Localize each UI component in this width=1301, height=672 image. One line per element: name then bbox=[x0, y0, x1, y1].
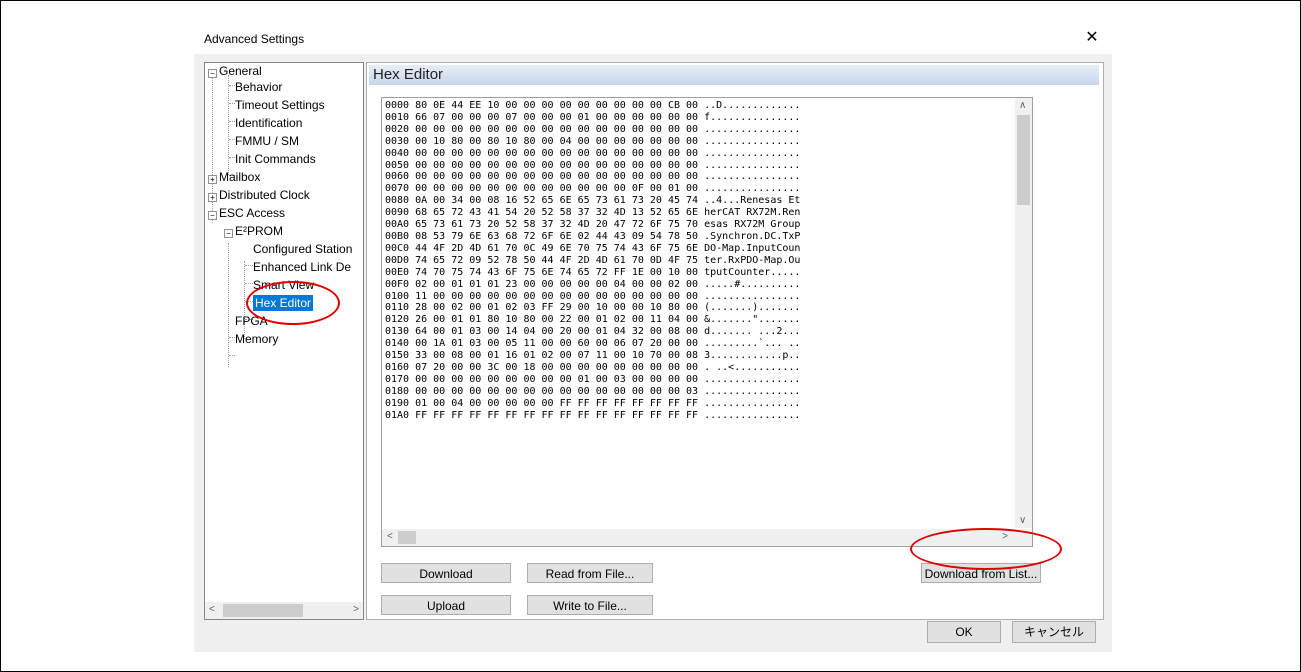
tree-item-general[interactable]: General bbox=[219, 63, 262, 79]
hex-line[interactable]: 0190 01 00 04 00 00 00 00 00 FF FF FF FF… bbox=[385, 398, 800, 410]
panel-header: Hex Editor bbox=[369, 65, 1099, 85]
hex-line[interactable]: 00D0 74 65 72 09 52 78 50 44 4F 2D 4D 61… bbox=[385, 255, 800, 267]
hex-line[interactable]: 0150 33 00 08 00 01 16 01 02 00 07 11 00… bbox=[385, 350, 800, 362]
hex-line[interactable]: 0100 11 00 00 00 00 00 00 00 00 00 00 00… bbox=[385, 291, 800, 303]
tree-item-identification[interactable]: Identification bbox=[235, 115, 302, 131]
tree-item-mailbox[interactable]: Mailbox bbox=[219, 169, 260, 185]
hex-line[interactable]: 0000 80 0E 44 EE 10 00 00 00 00 00 00 00… bbox=[385, 100, 800, 112]
hex-line[interactable]: 0060 00 00 00 00 00 00 00 00 00 00 00 00… bbox=[385, 171, 800, 183]
tree-item-configured-station[interactable]: Configured Station bbox=[253, 241, 352, 257]
hex-line[interactable]: 00A0 65 73 61 73 20 52 58 37 32 4D 20 47… bbox=[385, 219, 800, 231]
window-title: Advanced Settings bbox=[204, 32, 305, 46]
hex-line[interactable]: 0050 00 00 00 00 00 00 00 00 00 00 00 00… bbox=[385, 160, 800, 172]
hex-line[interactable]: 0070 00 00 00 00 00 00 00 00 00 00 00 00… bbox=[385, 183, 800, 195]
cancel-button[interactable]: キャンセル bbox=[1012, 621, 1096, 643]
hex-line[interactable]: 0130 64 00 01 03 00 14 04 00 20 00 01 04… bbox=[385, 326, 800, 338]
read-from-file-button[interactable]: Read from File... bbox=[527, 563, 653, 583]
hex-line[interactable]: 00E0 74 70 75 74 43 6F 75 6E 74 65 72 FF… bbox=[385, 267, 800, 279]
tree-item-behavior[interactable]: Behavior bbox=[235, 79, 282, 95]
expand-icon[interactable]: + bbox=[208, 175, 217, 184]
highlight-oval-download-from-list bbox=[910, 528, 1062, 570]
hex-line[interactable]: 0140 00 1A 01 03 00 05 11 00 00 60 00 06… bbox=[385, 338, 800, 350]
hex-line[interactable]: 0030 00 10 80 00 80 10 80 00 04 00 00 00… bbox=[385, 136, 800, 148]
scroll-down-icon[interactable]: ∨ bbox=[1019, 515, 1026, 526]
tree-connector bbox=[245, 265, 253, 266]
title-bar: Advanced Settings ✕ bbox=[194, 24, 1112, 54]
tree-item-eeprom[interactable]: E²PROM bbox=[235, 223, 283, 239]
hex-vscroll-thumb[interactable] bbox=[1017, 115, 1030, 205]
hex-vertical-scrollbar[interactable]: ∧ ∨ bbox=[1015, 98, 1032, 528]
hex-view[interactable]: 0000 80 0E 44 EE 10 00 00 00 00 00 00 00… bbox=[381, 97, 1033, 547]
tree-connector bbox=[228, 75, 229, 175]
tree-horizontal-scrollbar[interactable]: < > bbox=[205, 602, 363, 619]
expand-icon[interactable]: + bbox=[208, 193, 217, 202]
hex-line[interactable]: 0090 68 65 72 43 41 54 20 52 58 37 32 4D… bbox=[385, 207, 800, 219]
upload-button[interactable]: Upload bbox=[381, 595, 511, 615]
hex-line[interactable]: 0180 00 00 00 00 00 00 00 00 00 00 00 00… bbox=[385, 386, 800, 398]
hex-line[interactable]: 0170 00 00 00 00 00 00 00 00 00 01 00 03… bbox=[385, 374, 800, 386]
tree-connector bbox=[245, 283, 253, 284]
tree-connector bbox=[228, 243, 229, 367]
hex-line[interactable]: 01A0 FF FF FF FF FF FF FF FF FF FF FF FF… bbox=[385, 410, 800, 422]
scroll-left-icon[interactable]: < bbox=[387, 531, 393, 542]
hex-line[interactable]: 0110 28 00 02 00 01 02 03 FF 29 00 10 00… bbox=[385, 302, 800, 314]
scroll-right-icon[interactable]: > bbox=[353, 604, 359, 615]
hex-line[interactable]: 0010 66 07 00 00 00 07 00 00 00 01 00 00… bbox=[385, 112, 800, 124]
hex-line[interactable]: 00F0 02 00 01 01 01 23 00 00 00 00 00 04… bbox=[385, 279, 800, 291]
hex-hscroll-thumb[interactable] bbox=[398, 531, 416, 544]
hex-line[interactable]: 0040 00 00 00 00 00 00 00 00 00 00 00 00… bbox=[385, 148, 800, 160]
hex-dump[interactable]: 0000 80 0E 44 EE 10 00 00 00 00 00 00 00… bbox=[385, 100, 800, 421]
tree-item-init-commands[interactable]: Init Commands bbox=[235, 151, 316, 167]
hex-line[interactable]: 00C0 44 4F 2D 4D 61 70 0C 49 6E 70 75 74… bbox=[385, 243, 800, 255]
hex-line[interactable]: 0080 0A 00 34 00 08 16 52 65 6E 65 73 61… bbox=[385, 195, 800, 207]
close-icon[interactable]: ✕ bbox=[1082, 27, 1102, 47]
tree-connector bbox=[229, 355, 235, 356]
tree-item-enhanced-link[interactable]: Enhanced Link De bbox=[253, 259, 351, 275]
tree-item-memory[interactable]: Memory bbox=[235, 331, 278, 347]
tree-item-distributed-clock[interactable]: Distributed Clock bbox=[219, 187, 310, 203]
ok-button[interactable]: OK bbox=[927, 621, 1001, 643]
download-button[interactable]: Download bbox=[381, 563, 511, 583]
collapse-icon[interactable]: − bbox=[208, 69, 217, 78]
tree-item-timeout-settings[interactable]: Timeout Settings bbox=[235, 97, 325, 113]
scroll-left-icon[interactable]: < bbox=[209, 604, 215, 615]
tree-item-esc-access[interactable]: ESC Access bbox=[219, 205, 285, 221]
write-to-file-button[interactable]: Write to File... bbox=[527, 595, 653, 615]
tree-item-fmmu-sm[interactable]: FMMU / SM bbox=[235, 133, 299, 149]
scroll-up-icon[interactable]: ∧ bbox=[1019, 100, 1026, 111]
highlight-oval-hex-editor bbox=[246, 281, 340, 325]
hex-line[interactable]: 0020 00 00 00 00 00 00 00 00 00 00 00 00… bbox=[385, 124, 800, 136]
hex-line[interactable]: 0160 07 20 00 00 3C 00 18 00 00 00 00 00… bbox=[385, 362, 800, 374]
hex-line[interactable]: 00B0 08 53 79 6E 63 68 72 6F 6E 02 44 43… bbox=[385, 231, 800, 243]
tree-scroll-thumb[interactable] bbox=[223, 604, 303, 617]
collapse-icon[interactable]: − bbox=[208, 211, 217, 220]
collapse-icon[interactable]: − bbox=[224, 229, 233, 238]
hex-line[interactable]: 0120 26 00 01 01 80 10 80 00 22 00 01 02… bbox=[385, 314, 800, 326]
settings-tree: − General Behavior Timeout Settings Iden… bbox=[204, 62, 364, 620]
